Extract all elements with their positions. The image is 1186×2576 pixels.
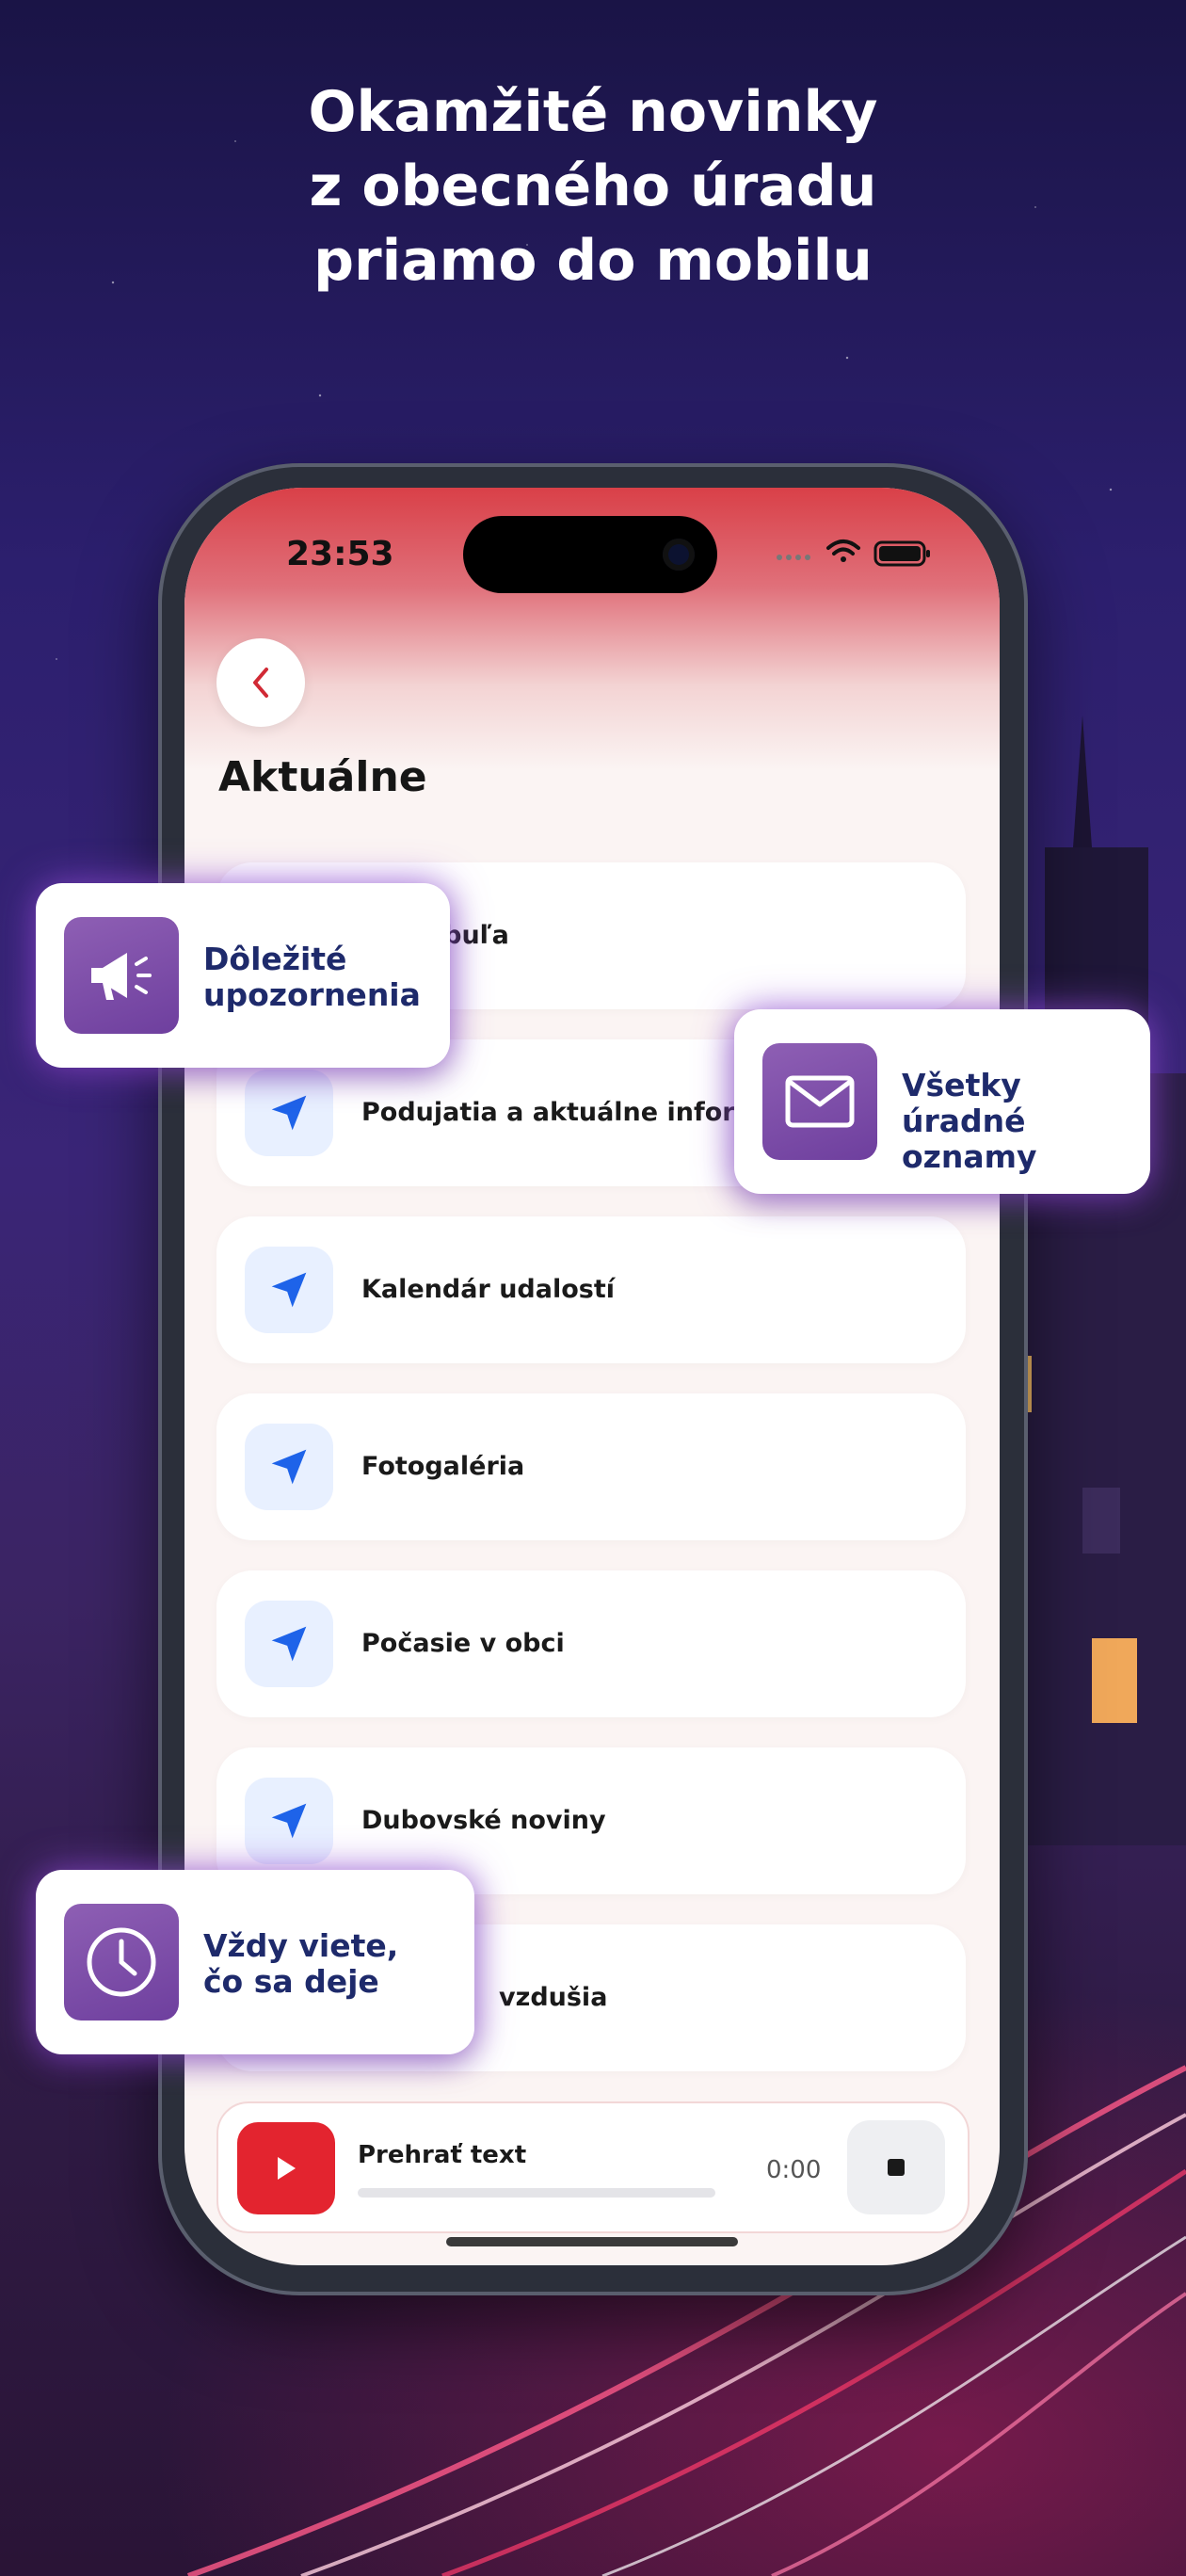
player-label: Prehrať text (358, 2141, 527, 2169)
megaphone-icon (64, 917, 179, 1034)
stop-icon (888, 2159, 905, 2176)
list-item[interactable]: Kalendár udalostí (216, 1216, 966, 1363)
callout-all-notices: Všetky úradné oznamy (734, 1009, 1150, 1194)
clock-icon (64, 1904, 179, 2021)
callout-important-notices: Dôležité upozornenia (36, 883, 450, 1068)
cellular-signal-icon (777, 555, 810, 560)
list-item-label: vzdušia (499, 1983, 608, 2012)
back-button[interactable] (216, 638, 305, 727)
callout-label: čo sa deje (203, 1963, 379, 2000)
audio-player: Prehrať text 0:00 (216, 2101, 970, 2233)
headline-line: priamo do mobilu (313, 228, 873, 294)
send-icon (245, 1601, 333, 1687)
callout-label: Všetky (902, 1067, 1021, 1103)
list-item-label: Kalendár udalostí (361, 1275, 615, 1304)
stop-button[interactable] (847, 2120, 945, 2214)
send-icon (245, 1070, 333, 1156)
callout-always-know: Vždy viete, čo sa deje (36, 1870, 474, 2054)
chevron-left-icon (253, 668, 268, 698)
callout-label: úradné oznamy (902, 1103, 1037, 1175)
camera-icon (663, 539, 695, 571)
mail-icon (762, 1043, 877, 1160)
page-title: Aktuálne (218, 753, 427, 801)
callout-label: Dôležité (203, 941, 347, 977)
list-item-label: Počasie v obci (361, 1629, 565, 1658)
callout-label: Vždy viete, (203, 1927, 399, 1964)
send-icon (245, 1778, 333, 1864)
player-progress-bar[interactable] (358, 2188, 715, 2198)
send-icon (245, 1247, 333, 1333)
play-button[interactable] (237, 2122, 335, 2214)
battery-icon (873, 540, 930, 567)
status-icons (777, 539, 930, 567)
list-item[interactable]: Fotogaléria (216, 1393, 966, 1540)
promo-headline: Okamžité novinky z obecného úradu priamo… (0, 75, 1186, 298)
list-item[interactable]: Počasie v obci (216, 1570, 966, 1717)
home-indicator (446, 2237, 738, 2246)
callout-label: upozornenia (203, 976, 421, 1013)
play-icon (278, 2157, 296, 2180)
send-icon (245, 1424, 333, 1510)
headline-line: Okamžité novinky (308, 79, 878, 145)
wifi-icon (826, 539, 860, 562)
headline-line: z obecného úradu (309, 153, 877, 219)
status-time: 23:53 (286, 535, 394, 573)
dynamic-island (463, 516, 717, 593)
player-time: 0:00 (766, 2156, 822, 2184)
list-item-label: Fotogaléria (361, 1452, 525, 1481)
